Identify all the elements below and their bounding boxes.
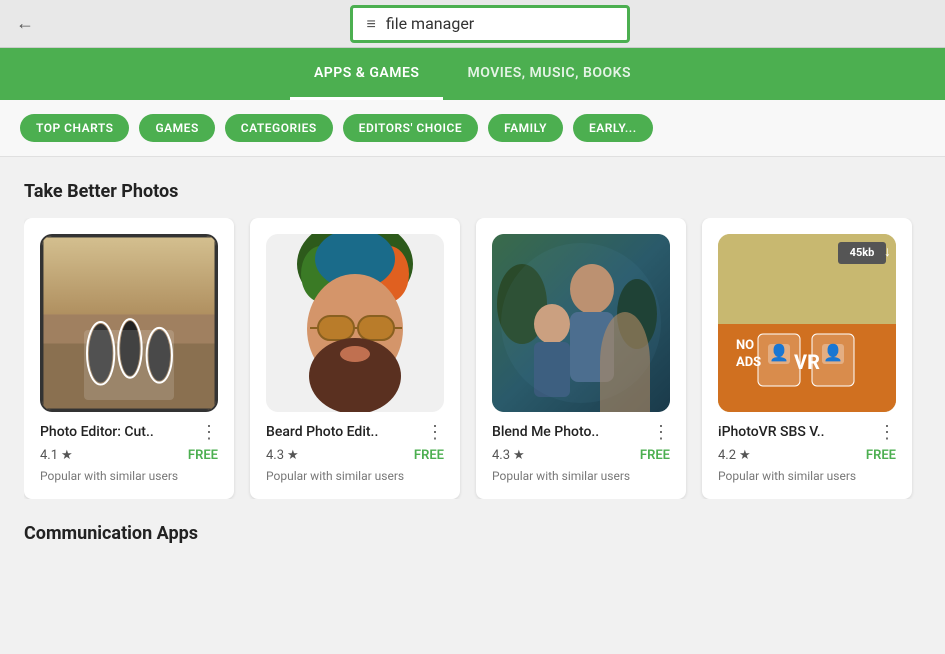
- app-name-iphoto: iPhotoVR SBS V..: [718, 424, 825, 440]
- price-photo-editor: FREE: [188, 448, 218, 463]
- app-name-photo-editor: Photo Editor: Cut..: [40, 424, 154, 440]
- chip-family[interactable]: FAMILY: [488, 114, 563, 142]
- browser-bar: ← ≡ file manager: [0, 0, 945, 48]
- app-thumbnail-blend: [492, 234, 670, 412]
- more-icon-photo-editor[interactable]: ⋮: [200, 424, 218, 442]
- app-name-row-iphoto: iPhotoVR SBS V.. ⋮: [718, 424, 896, 442]
- more-icon-blend[interactable]: ⋮: [652, 424, 670, 442]
- app-card-blend[interactable]: Blend Me Photo.. ⋮ 4.3 ★ FREE Popular wi…: [476, 218, 686, 499]
- app-name-beard: Beard Photo Edit..: [266, 424, 378, 440]
- rating-row-blend: 4.3 ★ FREE: [492, 448, 670, 463]
- search-bar[interactable]: ≡ file manager: [350, 5, 630, 43]
- app-thumbnail-iphoto: 45kb ↓ NO ADS 👤 👤 VR: [718, 234, 896, 412]
- rating-iphoto: 4.2 ★: [718, 448, 751, 463]
- chip-early-access[interactable]: EARLY...: [573, 114, 653, 142]
- chip-editors-choice[interactable]: EDITORS' CHOICE: [343, 114, 478, 142]
- chips-row: TOP CHARTS GAMES CATEGORIES EDITORS' CHO…: [0, 100, 945, 157]
- app-name-blend: Blend Me Photo..: [492, 424, 599, 440]
- star-icon-beard: ★: [287, 448, 299, 463]
- more-icon-iphoto[interactable]: ⋮: [878, 424, 896, 442]
- back-button[interactable]: ←: [16, 13, 34, 34]
- star-icon-blend: ★: [513, 448, 525, 463]
- svg-text:VR: VR: [794, 350, 820, 374]
- popular-blend: Popular with similar users: [492, 469, 670, 483]
- chip-top-charts[interactable]: TOP CHARTS: [20, 114, 129, 142]
- app-card-photo-editor[interactable]: Photo Editor: Cut.. ⋮ 4.1 ★ FREE Popular…: [24, 218, 234, 499]
- star-icon: ★: [61, 448, 73, 463]
- rating-row-beard: 4.3 ★ FREE: [266, 448, 444, 463]
- hamburger-icon: ≡: [367, 14, 376, 34]
- section-title-communication: Communication Apps: [24, 523, 921, 544]
- app-card-iphoto[interactable]: 45kb ↓ NO ADS 👤 👤 VR iPhotoVR: [702, 218, 912, 499]
- app-card-beard[interactable]: Beard Photo Edit.. ⋮ 4.3 ★ FREE Popular …: [250, 218, 460, 499]
- svg-text:NO: NO: [736, 338, 754, 353]
- rating-blend: 4.3 ★: [492, 448, 525, 463]
- chip-categories[interactable]: CATEGORIES: [225, 114, 333, 142]
- star-icon-iphoto: ★: [739, 448, 751, 463]
- popular-iphoto: Popular with similar users: [718, 469, 896, 483]
- rating-beard: 4.3 ★: [266, 448, 299, 463]
- svg-text:↓: ↓: [884, 244, 891, 260]
- app-name-row-photo-editor: Photo Editor: Cut.. ⋮: [40, 424, 218, 442]
- popular-beard: Popular with similar users: [266, 469, 444, 483]
- section-title-photos: Take Better Photos: [24, 181, 921, 202]
- main-header: APPS & GAMES MOVIES, MUSIC, BOOKS: [0, 48, 945, 100]
- tab-apps-games[interactable]: APPS & GAMES: [290, 48, 443, 100]
- app-name-row-blend: Blend Me Photo.. ⋮: [492, 424, 670, 442]
- rating-row-iphoto: 4.2 ★ FREE: [718, 448, 896, 463]
- more-icon-beard[interactable]: ⋮: [426, 424, 444, 442]
- rating-row-photo-editor: 4.1 ★ FREE: [40, 448, 218, 463]
- app-thumbnail-beard: [266, 234, 444, 412]
- price-beard: FREE: [414, 448, 444, 463]
- chip-games[interactable]: GAMES: [139, 114, 214, 142]
- price-iphoto: FREE: [866, 448, 896, 463]
- svg-text:45kb: 45kb: [850, 246, 875, 259]
- svg-text:👤: 👤: [823, 343, 843, 362]
- app-cards-row: Photo Editor: Cut.. ⋮ 4.1 ★ FREE Popular…: [24, 218, 921, 499]
- svg-text:👤: 👤: [769, 343, 789, 362]
- search-text: file manager: [386, 14, 474, 33]
- tab-movies-music[interactable]: MOVIES, MUSIC, BOOKS: [443, 48, 655, 100]
- popular-photo-editor: Popular with similar users: [40, 469, 218, 483]
- app-thumbnail-photo-editor: [40, 234, 218, 412]
- svg-text:ADS: ADS: [736, 355, 761, 370]
- content-area: Take Better Photos: [0, 157, 945, 544]
- app-name-row-beard: Beard Photo Edit.. ⋮: [266, 424, 444, 442]
- rating-photo-editor: 4.1 ★: [40, 448, 73, 463]
- price-blend: FREE: [640, 448, 670, 463]
